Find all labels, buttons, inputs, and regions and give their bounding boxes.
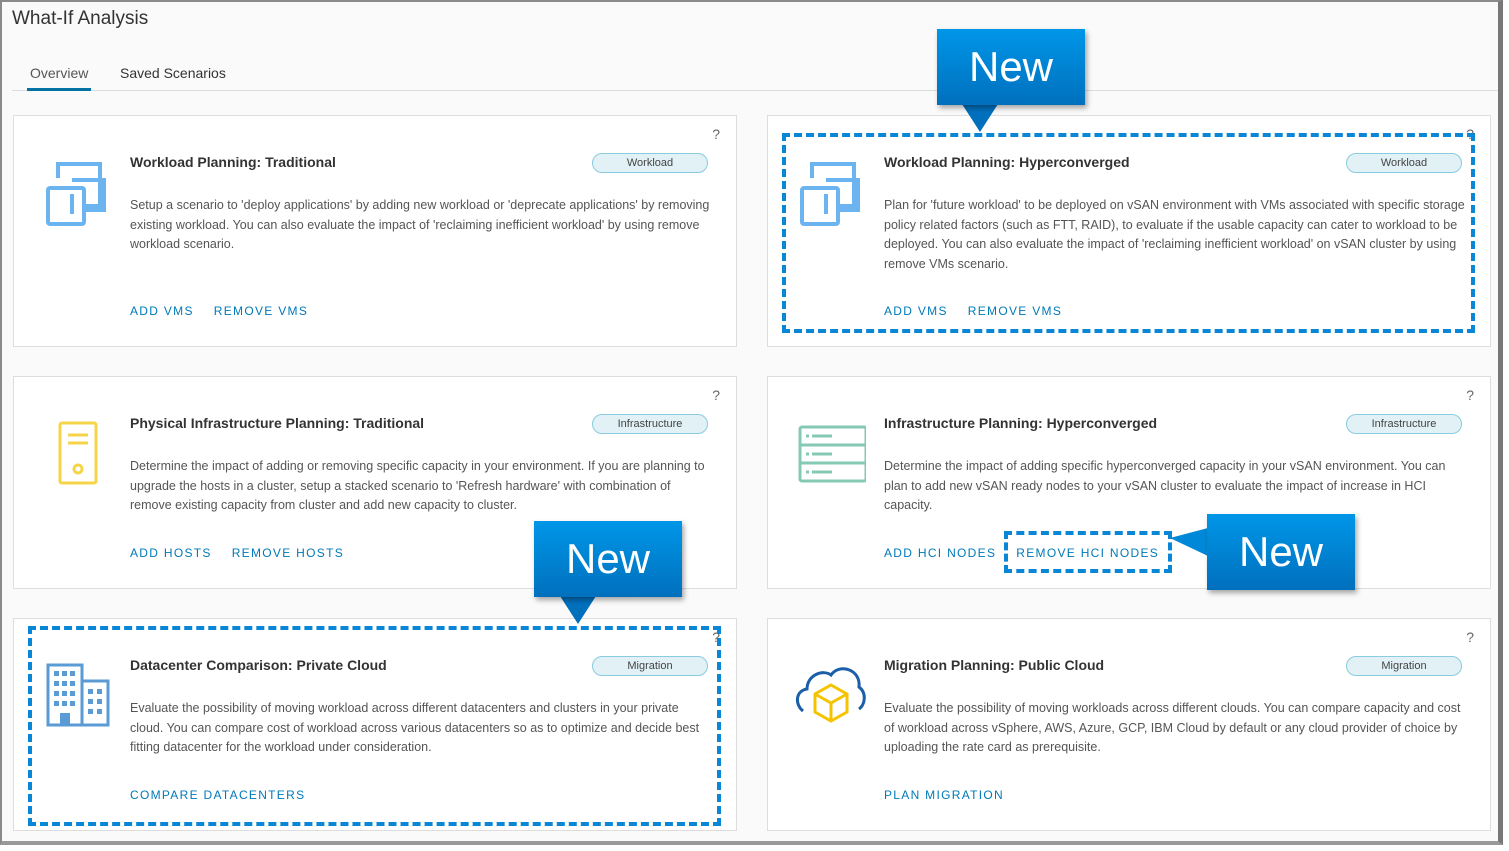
card-description: Determine the impact of adding or removi… [130, 459, 705, 512]
virtual-machines-icon [46, 162, 106, 226]
new-callout: New [534, 521, 682, 597]
category-badge: Infrastructure [1346, 414, 1462, 434]
tab-overview[interactable]: Overview [27, 65, 92, 91]
plan-migration-link[interactable]: PLAN MIGRATION [884, 788, 1004, 802]
highlight-box-remove-hci-nodes [1004, 531, 1172, 573]
remove-vms-link[interactable]: REMOVE VMS [214, 304, 308, 318]
help-icon[interactable]: ? [1466, 387, 1474, 403]
highlight-box-datacenter-card [28, 626, 721, 826]
card-description: Setup a scenario to 'deploy applications… [130, 198, 710, 251]
new-callout: New [937, 29, 1085, 105]
category-badge: Migration [1346, 656, 1462, 676]
add-hci-nodes-link[interactable]: ADD HCI NODES [884, 546, 996, 560]
add-hosts-link[interactable]: ADD HOSTS [130, 546, 212, 560]
help-icon[interactable]: ? [712, 126, 720, 142]
host-server-icon [58, 421, 98, 485]
card-title: Infrastructure Planning: Hyperconverged [884, 415, 1158, 431]
callout-pointer [560, 596, 596, 624]
add-vms-link[interactable]: ADD VMS [130, 304, 194, 318]
highlight-box-hyperconverged-card [782, 133, 1475, 333]
scenario-card-migration-public-cloud: ? Migration Planning: Public Cloud Migra… [767, 618, 1491, 831]
tab-bar: Overview Saved Scenarios [12, 60, 1498, 91]
callout-pointer [962, 104, 998, 132]
card-description: Determine the impact of adding specific … [884, 459, 1446, 512]
help-icon[interactable]: ? [1466, 629, 1474, 645]
tab-saved-scenarios[interactable]: Saved Scenarios [120, 65, 226, 91]
card-description: Evaluate the possibility of moving workl… [884, 701, 1461, 754]
card-title: Workload Planning: Traditional [130, 154, 336, 170]
server-rack-icon [798, 425, 866, 483]
category-badge: Workload [592, 153, 708, 173]
help-icon[interactable]: ? [712, 387, 720, 403]
cloud-cube-icon [796, 667, 866, 723]
category-badge: Infrastructure [592, 414, 708, 434]
new-callout: New [1207, 514, 1355, 590]
callout-pointer [1170, 528, 1208, 556]
remove-hosts-link[interactable]: REMOVE HOSTS [232, 546, 344, 560]
card-title: Migration Planning: Public Cloud [884, 657, 1105, 673]
page-title: What-If Analysis [12, 8, 149, 29]
scenario-card-workload-traditional: ? Workload Planning: Traditional Workloa… [13, 115, 737, 347]
card-title: Physical Infrastructure Planning: Tradit… [130, 415, 425, 431]
